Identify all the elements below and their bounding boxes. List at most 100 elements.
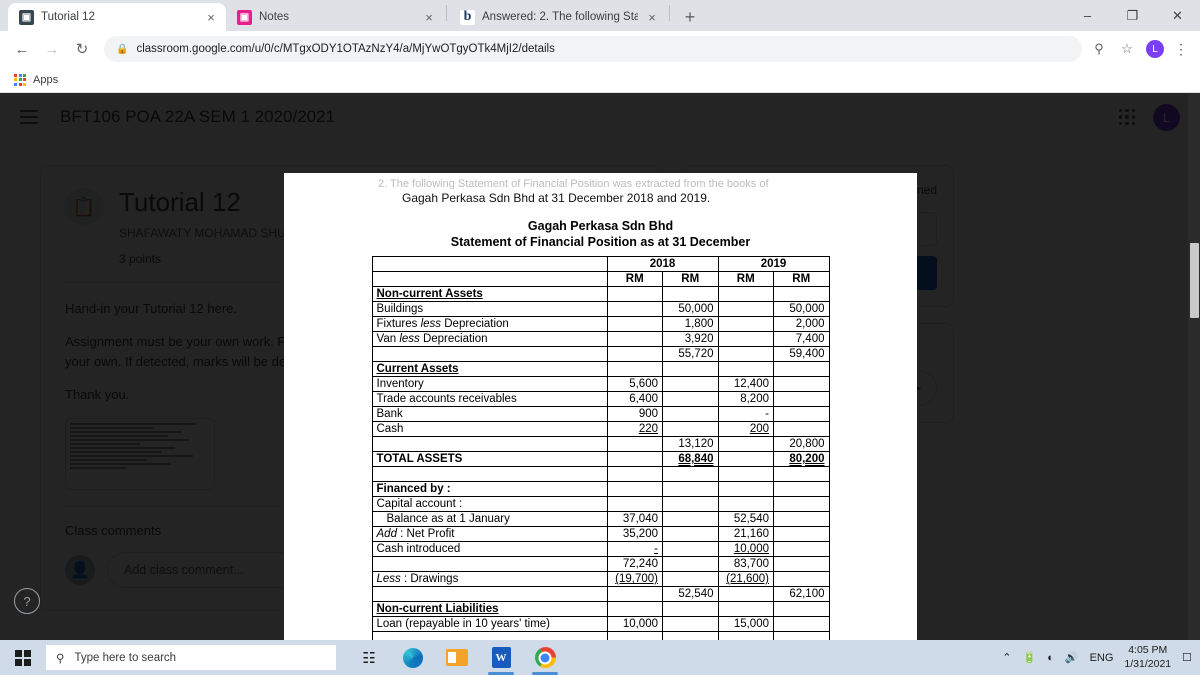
page-scrollbar[interactable]: [1188, 93, 1200, 640]
cell-c3: [717, 346, 774, 363]
windows-start-icon[interactable]: [0, 640, 46, 675]
help-icon[interactable]: ?: [14, 588, 40, 614]
row-label: [371, 631, 608, 640]
word-icon[interactable]: W: [482, 640, 520, 675]
reload-icon[interactable]: ↻: [68, 35, 96, 63]
profile-avatar[interactable]: L: [1146, 40, 1164, 58]
tab-strip: ▣ Tutorial 12 × ▣ Notes × b Answered: 2.…: [0, 0, 1200, 31]
row-label: Balance as at 1 January: [371, 511, 608, 528]
apps-grid-icon[interactable]: [14, 73, 26, 86]
file-explorer-icon[interactable]: [438, 640, 476, 675]
close-window-button[interactable]: ✕: [1155, 0, 1200, 31]
hamburger-icon[interactable]: [20, 110, 38, 124]
google-apps-icon[interactable]: [1118, 108, 1135, 126]
financial-table-body: 2018 2019 RM RM RM RM Non-current Assets…: [371, 256, 830, 640]
edge-icon[interactable]: [394, 640, 432, 675]
page-viewport: BFT106 POA 22A SEM 1 2020/2021 L 📋 Tutor…: [0, 93, 1200, 640]
cell-c4: [773, 466, 830, 483]
table-row: Bank 900 -: [371, 406, 830, 423]
cell-c2: [662, 556, 719, 573]
scrollbar-thumb[interactable]: [1190, 243, 1199, 318]
chevron-up-icon[interactable]: ⌃: [1002, 651, 1011, 664]
language-indicator[interactable]: ENG: [1090, 652, 1114, 664]
volume-icon[interactable]: 🔊: [1065, 651, 1079, 664]
browser-menu-icon[interactable]: ⋮: [1174, 41, 1188, 58]
back-icon[interactable]: ←: [8, 35, 36, 63]
table-row: Non-current Liabilities: [371, 601, 830, 618]
cell-c1: 10,000: [606, 616, 663, 633]
search-icon[interactable]: ⚲: [1090, 41, 1108, 57]
cell-c2: [662, 616, 719, 633]
tab-close-icon[interactable]: ×: [645, 10, 659, 25]
new-tab-button[interactable]: +: [676, 3, 704, 31]
maximize-button[interactable]: ❐: [1110, 0, 1155, 31]
wifi-icon[interactable]: ◐: [1047, 652, 1054, 664]
tab-close-icon[interactable]: ×: [422, 10, 436, 25]
cell-c3: [717, 286, 774, 303]
cell-c3: 12,400: [717, 376, 774, 393]
cell-c4: [773, 526, 830, 543]
clock[interactable]: 4:05 PM 1/31/2021: [1124, 644, 1171, 670]
notification-icon[interactable]: ☐: [1182, 651, 1192, 664]
cell-c1: 35,200: [606, 526, 663, 543]
star-icon[interactable]: ☆: [1118, 41, 1136, 57]
row-label: Fixtures less Depreciation: [371, 316, 608, 333]
table-row: Balance as at 1 January 37,040 52,540: [371, 511, 830, 528]
minimize-button[interactable]: –: [1065, 0, 1110, 31]
row-label: Less : Drawings: [371, 571, 608, 588]
forward-icon[interactable]: →: [38, 35, 66, 63]
year-header-2019: 2019: [717, 256, 830, 273]
bookmark-apps-label[interactable]: Apps: [33, 74, 58, 86]
cell-c1: [606, 316, 663, 333]
system-tray: ⌃ 🔋 ◐ 🔊 ENG 4:05 PM 1/31/2021 ☐: [1002, 640, 1200, 675]
cell-c3: [717, 301, 774, 318]
tab-divider: [446, 5, 447, 21]
cell-c4: [773, 496, 830, 513]
cell-c1: [606, 481, 663, 498]
tab-title: Answered: 2. The following Statem: [482, 11, 638, 23]
cell-c3: 52,540: [717, 511, 774, 528]
document-preview-overlay: 2. The following Statement of Financial …: [284, 173, 917, 640]
table-header-years: 2018 2019: [371, 256, 830, 273]
taskbar-items: ☷ W: [350, 640, 564, 675]
browser-tab-1[interactable]: ▣ Notes ×: [226, 3, 444, 31]
cell-c3: [717, 586, 774, 603]
cell-c4: [773, 406, 830, 423]
table-row: Inventory 5,600 12,400: [371, 376, 830, 393]
cell-c1: -: [606, 541, 663, 558]
cell-c1: 37,040: [606, 511, 663, 528]
row-label: [371, 466, 608, 483]
cell-c3: 21,160: [717, 526, 774, 543]
search-input[interactable]: ⚲ Type here to search: [46, 645, 336, 670]
browser-tab-0[interactable]: ▣ Tutorial 12 ×: [8, 3, 226, 31]
tab-title: Notes: [259, 11, 290, 23]
cell-c1: 6,400: [606, 391, 663, 408]
cell-c1: (19,700): [606, 571, 663, 588]
row-label: Buildings: [371, 301, 608, 318]
address-bar[interactable]: 🔒 classroom.google.com/u/0/c/MTgxODY1OTA…: [104, 36, 1082, 62]
task-view-icon[interactable]: ☷: [350, 640, 388, 675]
cell-c2: [662, 421, 719, 438]
clock-time: 4:05 PM: [1128, 644, 1168, 657]
window-controls: – ❐ ✕: [1065, 0, 1200, 31]
cell-c3: [717, 436, 774, 453]
cell-c1: [606, 361, 663, 378]
chrome-icon[interactable]: [526, 640, 564, 675]
table-row: 52,540 62,100: [371, 586, 830, 603]
table-row: Add : Net Profit 35,200 21,160: [371, 526, 830, 543]
row-label: TOTAL ASSETS: [371, 451, 608, 468]
attachment-thumbnail[interactable]: [65, 418, 215, 491]
clock-date: 1/31/2021: [1124, 657, 1172, 670]
cell-c1: [606, 286, 663, 303]
row-label: Loan (repayable in 10 years' time): [371, 616, 608, 633]
cell-c1: [606, 331, 663, 348]
account-avatar[interactable]: L: [1153, 103, 1180, 131]
cell-c2: [662, 481, 719, 498]
browser-tab-2[interactable]: b Answered: 2. The following Statem ×: [449, 3, 667, 31]
assignment-clipboard-icon: 📋: [65, 188, 103, 226]
cell-c1: [606, 586, 663, 603]
tab-close-icon[interactable]: ×: [204, 10, 218, 25]
bartleby-icon: b: [460, 9, 475, 25]
battery-icon[interactable]: 🔋: [1023, 651, 1037, 664]
row-label: Non-current Liabilities: [371, 601, 608, 618]
